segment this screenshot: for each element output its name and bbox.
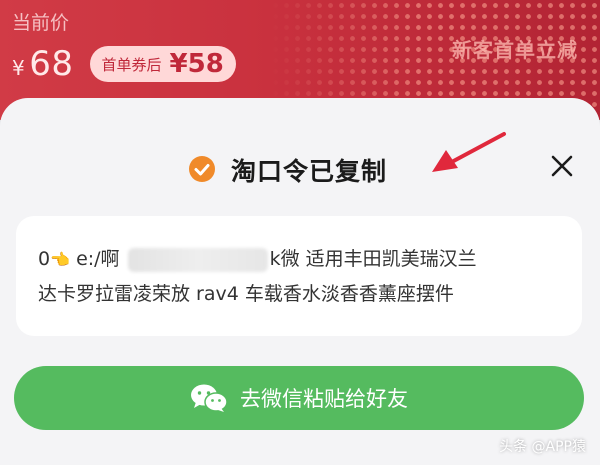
close-icon[interactable]: [550, 154, 574, 178]
new-user-promo: 新客首单立减: [452, 38, 578, 62]
wechat-icon: [191, 384, 228, 412]
annotation-arrow-icon: [432, 132, 506, 172]
price-value: 68: [29, 44, 74, 84]
dialog-header: 淘口令已复制: [0, 148, 600, 188]
code-line-2: 达卡罗拉雷凌荣放 rav4 车载香水淡香香薰座摆件: [38, 283, 454, 305]
watermark: 头条 @APP猿: [499, 439, 586, 455]
price-row: ¥68 首单券后 ¥58: [12, 44, 236, 84]
currency-symbol: ¥: [12, 56, 26, 80]
current-price: ¥68: [12, 44, 74, 84]
price-title: 当前价: [12, 12, 70, 34]
taokouling-text-box[interactable]: 0👈 e:/啊 k微 适用丰田凯美瑞汉兰 达卡罗拉雷凌荣放 rav4 车载香水淡…: [16, 216, 582, 336]
code-prefix: 0: [38, 248, 51, 270]
coupon-badge: 首单券后 ¥58: [89, 46, 236, 82]
share-to-wechat-button[interactable]: 去微信粘贴给好友: [14, 366, 584, 430]
redacted-code: [127, 247, 268, 272]
code-mid: e:/啊: [76, 248, 120, 270]
pointing-hand-icon: 👈: [50, 250, 71, 269]
check-circle-icon: [189, 156, 215, 182]
coupon-label: 首单券后: [101, 55, 162, 74]
dialog-title: 淘口令已复制: [231, 157, 388, 186]
code-line-1: 0👈 e:/啊 k微 适用丰田凯美瑞汉兰: [38, 242, 560, 277]
coupon-price: ¥58: [169, 49, 224, 79]
code-suffix: k微 适用丰田凯美瑞汉兰: [269, 248, 477, 270]
share-button-label: 去微信粘贴给好友: [240, 387, 408, 411]
